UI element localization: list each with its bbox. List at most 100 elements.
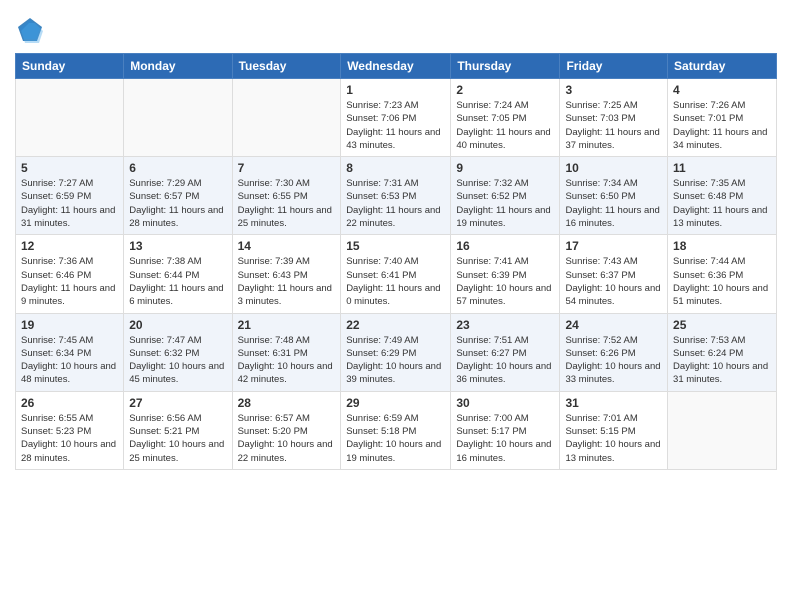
calendar-week-1: 1 Sunrise: 7:23 AMSunset: 7:06 PMDaylight…	[16, 79, 777, 157]
calendar-week-5: 26Sunrise: 6:55 AMSunset: 5:23 PMDayligh…	[16, 391, 777, 469]
calendar-cell: 9 Sunrise: 7:32 AMSunset: 6:52 PMDaylight…	[451, 157, 560, 235]
day-number: 29	[346, 396, 445, 410]
day-info: Sunrise: 7:01 AMSunset: 5:15 PMDaylight:…	[565, 412, 662, 465]
calendar-cell: 31 Sunrise: 7:01 AMSunset: 5:15 PMDayligh…	[560, 391, 668, 469]
day-number: 4	[673, 83, 771, 97]
calendar-cell: 5 Sunrise: 7:27 AMSunset: 6:59 PMDaylight…	[16, 157, 124, 235]
day-info: Sunrise: 7:47 AMSunset: 6:32 PMDaylight:…	[129, 334, 226, 387]
day-info: Sunrise: 7:38 AMSunset: 6:44 PMDaylight:…	[129, 255, 226, 308]
calendar-cell: 25 Sunrise: 7:53 AMSunset: 6:24 PMDayligh…	[668, 313, 777, 391]
day-number: 12	[21, 239, 118, 253]
calendar-cell: 4Sunrise: 7:26 AMSunset: 7:01 PMDaylight…	[668, 79, 777, 157]
day-info: Sunrise: 7:32 AMSunset: 6:52 PMDaylight:…	[456, 177, 554, 230]
calendar-cell: 29 Sunrise: 6:59 AMSunset: 5:18 PMDayligh…	[341, 391, 451, 469]
calendar-week-3: 12Sunrise: 7:36 AMSunset: 6:46 PMDayligh…	[16, 235, 777, 313]
weekday-header-row: SundayMondayTuesdayWednesdayThursdayFrid…	[16, 54, 777, 79]
day-number: 25	[673, 318, 771, 332]
day-number: 6	[129, 161, 226, 175]
day-info: Sunrise: 7:30 AMSunset: 6:55 PMDaylight:…	[238, 177, 336, 230]
day-number: 19	[21, 318, 118, 332]
day-number: 14	[238, 239, 336, 253]
day-number: 7	[238, 161, 336, 175]
calendar-cell: 22 Sunrise: 7:49 AMSunset: 6:29 PMDayligh…	[341, 313, 451, 391]
header	[15, 10, 777, 45]
day-info: Sunrise: 7:41 AMSunset: 6:39 PMDaylight:…	[456, 255, 554, 308]
day-info: Sunrise: 7:35 AMSunset: 6:48 PMDaylight:…	[673, 177, 771, 230]
day-info: Sunrise: 7:29 AMSunset: 6:57 PMDaylight:…	[129, 177, 226, 230]
day-info: Sunrise: 6:55 AMSunset: 5:23 PMDaylight:…	[21, 412, 118, 465]
day-number: 9	[456, 161, 554, 175]
calendar-cell: 3Sunrise: 7:25 AMSunset: 7:03 PMDaylight…	[560, 79, 668, 157]
calendar-cell: 14 Sunrise: 7:39 AMSunset: 6:43 PMDayligh…	[232, 235, 341, 313]
calendar-cell: 24 Sunrise: 7:52 AMSunset: 6:26 PMDayligh…	[560, 313, 668, 391]
weekday-header-thursday: Thursday	[451, 54, 560, 79]
day-number: 20	[129, 318, 226, 332]
calendar-cell: 16Sunrise: 7:41 AMSunset: 6:39 PMDayligh…	[451, 235, 560, 313]
calendar-cell: 1 Sunrise: 7:23 AMSunset: 7:06 PMDaylight…	[341, 79, 451, 157]
day-number: 11	[673, 161, 771, 175]
calendar-cell: 17 Sunrise: 7:43 AMSunset: 6:37 PMDayligh…	[560, 235, 668, 313]
day-number: 28	[238, 396, 336, 410]
day-info: Sunrise: 7:23 AMSunset: 7:06 PMDaylight:…	[346, 99, 445, 152]
day-info: Sunrise: 7:34 AMSunset: 6:50 PMDaylight:…	[565, 177, 662, 230]
day-number: 10	[565, 161, 662, 175]
weekday-header-wednesday: Wednesday	[341, 54, 451, 79]
day-info: Sunrise: 7:00 AMSunset: 5:17 PMDaylight:…	[456, 412, 554, 465]
day-info: Sunrise: 7:39 AMSunset: 6:43 PMDaylight:…	[238, 255, 336, 308]
day-info: Sunrise: 7:45 AMSunset: 6:34 PMDaylight:…	[21, 334, 118, 387]
calendar-cell: 28 Sunrise: 6:57 AMSunset: 5:20 PMDayligh…	[232, 391, 341, 469]
calendar-cell: 26Sunrise: 6:55 AMSunset: 5:23 PMDayligh…	[16, 391, 124, 469]
day-number: 8	[346, 161, 445, 175]
calendar-week-4: 19 Sunrise: 7:45 AMSunset: 6:34 PMDayligh…	[16, 313, 777, 391]
calendar-cell	[16, 79, 124, 157]
calendar-table: SundayMondayTuesdayWednesdayThursdayFrid…	[15, 53, 777, 470]
day-number: 30	[456, 396, 554, 410]
calendar-cell: 8 Sunrise: 7:31 AMSunset: 6:53 PMDaylight…	[341, 157, 451, 235]
day-number: 24	[565, 318, 662, 332]
day-info: Sunrise: 7:43 AMSunset: 6:37 PMDaylight:…	[565, 255, 662, 308]
day-info: Sunrise: 6:59 AMSunset: 5:18 PMDaylight:…	[346, 412, 445, 465]
page: SundayMondayTuesdayWednesdayThursdayFrid…	[0, 0, 792, 612]
logo-icon	[15, 15, 45, 45]
day-info: Sunrise: 6:57 AMSunset: 5:20 PMDaylight:…	[238, 412, 336, 465]
day-info: Sunrise: 7:52 AMSunset: 6:26 PMDaylight:…	[565, 334, 662, 387]
day-number: 13	[129, 239, 226, 253]
day-number: 21	[238, 318, 336, 332]
calendar-cell: 20 Sunrise: 7:47 AMSunset: 6:32 PMDayligh…	[124, 313, 232, 391]
day-info: Sunrise: 7:44 AMSunset: 6:36 PMDaylight:…	[673, 255, 771, 308]
day-info: Sunrise: 7:40 AMSunset: 6:41 PMDaylight:…	[346, 255, 445, 308]
day-number: 22	[346, 318, 445, 332]
calendar-cell: 21Sunrise: 7:48 AMSunset: 6:31 PMDayligh…	[232, 313, 341, 391]
day-info: Sunrise: 6:56 AMSunset: 5:21 PMDaylight:…	[129, 412, 226, 465]
day-info: Sunrise: 7:53 AMSunset: 6:24 PMDaylight:…	[673, 334, 771, 387]
weekday-header-monday: Monday	[124, 54, 232, 79]
calendar-cell: 13 Sunrise: 7:38 AMSunset: 6:44 PMDayligh…	[124, 235, 232, 313]
calendar-cell: 7 Sunrise: 7:30 AMSunset: 6:55 PMDaylight…	[232, 157, 341, 235]
weekday-header-sunday: Sunday	[16, 54, 124, 79]
day-info: Sunrise: 7:49 AMSunset: 6:29 PMDaylight:…	[346, 334, 445, 387]
logo	[15, 15, 49, 45]
weekday-header-tuesday: Tuesday	[232, 54, 341, 79]
day-number: 15	[346, 239, 445, 253]
calendar-cell: 30 Sunrise: 7:00 AMSunset: 5:17 PMDayligh…	[451, 391, 560, 469]
calendar-cell: 10 Sunrise: 7:34 AMSunset: 6:50 PMDayligh…	[560, 157, 668, 235]
day-number: 31	[565, 396, 662, 410]
day-info: Sunrise: 7:51 AMSunset: 6:27 PMDaylight:…	[456, 334, 554, 387]
calendar-cell	[124, 79, 232, 157]
calendar-cell: 27Sunrise: 6:56 AMSunset: 5:21 PMDayligh…	[124, 391, 232, 469]
calendar-cell: 6 Sunrise: 7:29 AMSunset: 6:57 PMDaylight…	[124, 157, 232, 235]
day-number: 17	[565, 239, 662, 253]
calendar-cell: 19 Sunrise: 7:45 AMSunset: 6:34 PMDayligh…	[16, 313, 124, 391]
calendar-cell: 23 Sunrise: 7:51 AMSunset: 6:27 PMDayligh…	[451, 313, 560, 391]
day-number: 18	[673, 239, 771, 253]
weekday-header-friday: Friday	[560, 54, 668, 79]
calendar-cell	[232, 79, 341, 157]
day-number: 5	[21, 161, 118, 175]
calendar-week-2: 5 Sunrise: 7:27 AMSunset: 6:59 PMDaylight…	[16, 157, 777, 235]
day-info: Sunrise: 7:27 AMSunset: 6:59 PMDaylight:…	[21, 177, 118, 230]
calendar-cell	[668, 391, 777, 469]
day-info: Sunrise: 7:31 AMSunset: 6:53 PMDaylight:…	[346, 177, 445, 230]
day-number: 1	[346, 83, 445, 97]
calendar-cell: 2Sunrise: 7:24 AMSunset: 7:05 PMDaylight…	[451, 79, 560, 157]
day-number: 23	[456, 318, 554, 332]
